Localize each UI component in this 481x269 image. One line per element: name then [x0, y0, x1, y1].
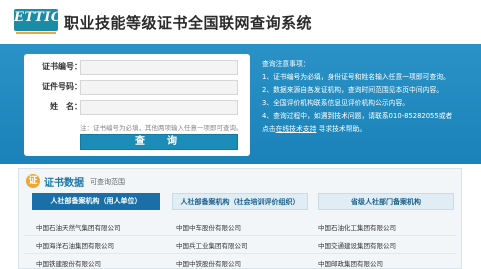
cert-number-input[interactable] — [80, 60, 238, 75]
institution-cell[interactable]: 中国石油化工集团有限公司 — [318, 222, 396, 232]
cert-row: 证书编号： — [24, 60, 250, 76]
institution-cell[interactable]: 中国中车股份有限公司 — [176, 222, 241, 232]
institution-cell[interactable]: 中国兵工业集团有限公司 — [176, 240, 248, 250]
notice-item-tail: 寻求技术帮助。 — [316, 125, 367, 133]
tab-employer-institutions[interactable]: 人社部备案机构（用人单位） — [32, 193, 160, 210]
certificate-icon: 证 — [26, 174, 40, 188]
notice-item: 3、全国评价机构联系信息见评价机构公示内容。 — [262, 99, 410, 107]
name-row: 姓 名： — [24, 100, 250, 116]
institution-cell[interactable]: 中国中铁股份有限公司 — [176, 258, 241, 268]
tab-training-evaluation-orgs[interactable]: 人社部备案机构（社会培训评价组织） — [172, 193, 308, 210]
id-number-input[interactable] — [80, 80, 238, 95]
institution-cell[interactable]: 中国石油天然气集团有限公司 — [36, 222, 121, 232]
notice-item-prefix: 点击 — [262, 125, 276, 133]
notice-title: 查询注意事项： — [262, 60, 310, 68]
section-subtitle: 可查询范围 — [90, 178, 125, 186]
logo-underline — [16, 32, 56, 34]
tab-provincial-institutions[interactable]: 省级人社部门备案机构 — [318, 193, 454, 210]
logo: ETTIC — [14, 9, 62, 35]
institution-cell[interactable]: 中国铁建股份有限公司 — [36, 258, 101, 268]
row-divider — [24, 235, 456, 236]
section-header: 证 证书数据 可查询范围 — [18, 169, 318, 191]
notice-item: 4、查询过程中，如遇到技术问题，请联系010-85282055或者 — [262, 112, 453, 120]
name-label: 姓 名： — [50, 102, 82, 111]
notice-item-support: 点击在线技术支持 寻求技术帮助。 — [262, 123, 477, 136]
institution-cell[interactable]: 中国邮政集团有限公司 — [318, 258, 383, 268]
logo-text: ETTIC — [14, 10, 62, 25]
id-number-label: 证件号码： — [42, 82, 82, 91]
header: ETTIC 职业技能等级证书全国联网查询系统 — [0, 0, 481, 44]
row-divider — [24, 253, 456, 254]
notice-item: 1、证书编号为必填，身份证号和姓名输入任意一项即可查询。 — [262, 73, 450, 81]
form-hint: 注：证书编号为必填，其他两项输入任意一项即可查询。 — [80, 124, 243, 132]
notice-item: 2、数据来源自各发证机构，查询时间范围见本页中间内容。 — [262, 86, 444, 94]
institution-cell[interactable]: 中国交通建设集团有限公司 — [318, 240, 396, 250]
id-row: 证件号码： — [24, 80, 250, 96]
online-support-link[interactable]: 在线技术支持 — [276, 125, 317, 133]
name-input[interactable] — [80, 100, 238, 115]
institution-cell[interactable]: 中国海洋石油集团有限公司 — [36, 240, 114, 250]
section-title: 证书数据 — [44, 178, 84, 189]
query-notice: 查询注意事项： 1、证书编号为必填，身份证号和姓名输入任意一项即可查询。 2、数… — [262, 58, 477, 136]
query-button[interactable]: 查 询 — [80, 134, 238, 150]
cert-number-label: 证书编号： — [42, 62, 82, 71]
page-title: 职业技能等级证书全国联网查询系统 — [64, 14, 313, 32]
